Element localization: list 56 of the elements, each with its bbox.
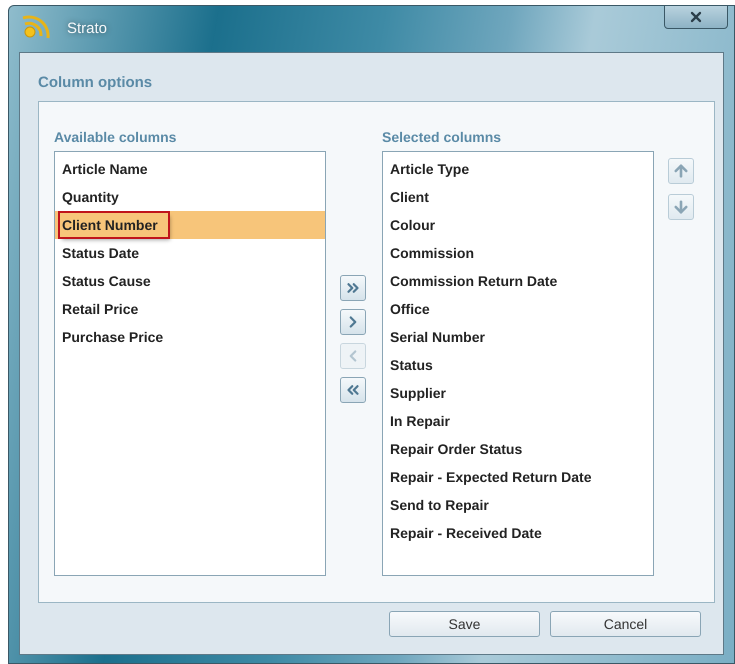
list-item[interactable]: Repair Order Status <box>383 435 653 463</box>
item-label: Serial Number <box>389 328 486 347</box>
item-label: Commission Return Date <box>389 272 558 291</box>
arrow-down-icon <box>672 198 690 216</box>
list-item[interactable]: Retail Price <box>55 295 325 323</box>
transfer-button[interactable] <box>340 309 366 335</box>
item-label: Client Number <box>60 213 168 237</box>
list-item[interactable]: Status Cause <box>55 267 325 295</box>
list-item[interactable]: Purchase Price <box>55 323 325 351</box>
item-label: Office <box>389 300 431 319</box>
item-label: Repair - Expected Return Date <box>389 468 592 487</box>
list-item[interactable]: Send to Repair <box>383 491 653 519</box>
move-down-button[interactable] <box>668 194 694 220</box>
item-label: Send to Repair <box>389 496 490 515</box>
item-label: Quantity <box>61 188 120 207</box>
list-item[interactable]: Colour <box>383 211 653 239</box>
item-label: Status Cause <box>61 272 152 291</box>
list-item[interactable]: Repair - Received Date <box>383 519 653 547</box>
item-label: Article Name <box>61 160 149 179</box>
section-title: Column options <box>38 73 154 93</box>
dialog-button[interactable]: Save <box>389 611 540 637</box>
list-label: Available columns <box>54 128 178 147</box>
list-item[interactable]: Status Date <box>55 239 325 267</box>
item-label: Article Type <box>389 160 470 179</box>
move-up-button[interactable] <box>668 158 694 184</box>
item-label: Status <box>389 356 434 375</box>
transfer-button[interactable] <box>340 275 366 301</box>
item-label: Repair Order Status <box>389 440 524 459</box>
list-item[interactable]: Supplier <box>383 379 653 407</box>
close-icon <box>688 9 704 25</box>
window-title: Strato <box>67 18 108 39</box>
list-item[interactable]: Article Name <box>55 155 325 183</box>
item-label: Client <box>389 188 430 207</box>
list-item[interactable]: Serial Number <box>383 323 653 351</box>
item-label: Purchase Price <box>61 328 164 347</box>
close-button[interactable] <box>664 5 728 29</box>
list-item[interactable]: In Repair <box>383 407 653 435</box>
list-item[interactable]: Client Number <box>55 211 325 239</box>
list-item[interactable]: Commission <box>383 239 653 267</box>
item-label: In Repair <box>389 412 451 431</box>
list-item[interactable]: Client <box>383 183 653 211</box>
list-label: Selected columns <box>382 128 502 147</box>
item-label: Commission <box>389 244 476 263</box>
item-label: Supplier <box>389 384 448 403</box>
item-label: Status Date <box>61 244 140 263</box>
transfer-button[interactable] <box>340 377 366 403</box>
list-item[interactable]: Commission Return Date <box>383 267 653 295</box>
list-item[interactable]: Article Type <box>383 155 653 183</box>
item-label: Retail Price <box>61 300 140 319</box>
dialog-button[interactable]: Cancel <box>550 611 701 637</box>
list-item[interactable]: Status <box>383 351 653 379</box>
list-item[interactable]: Office <box>383 295 653 323</box>
item-label: Colour <box>389 216 436 235</box>
list-item[interactable]: Quantity <box>55 183 325 211</box>
item-label: Repair - Received Date <box>389 524 543 543</box>
list-item[interactable]: Repair - Expected Return Date <box>383 463 653 491</box>
